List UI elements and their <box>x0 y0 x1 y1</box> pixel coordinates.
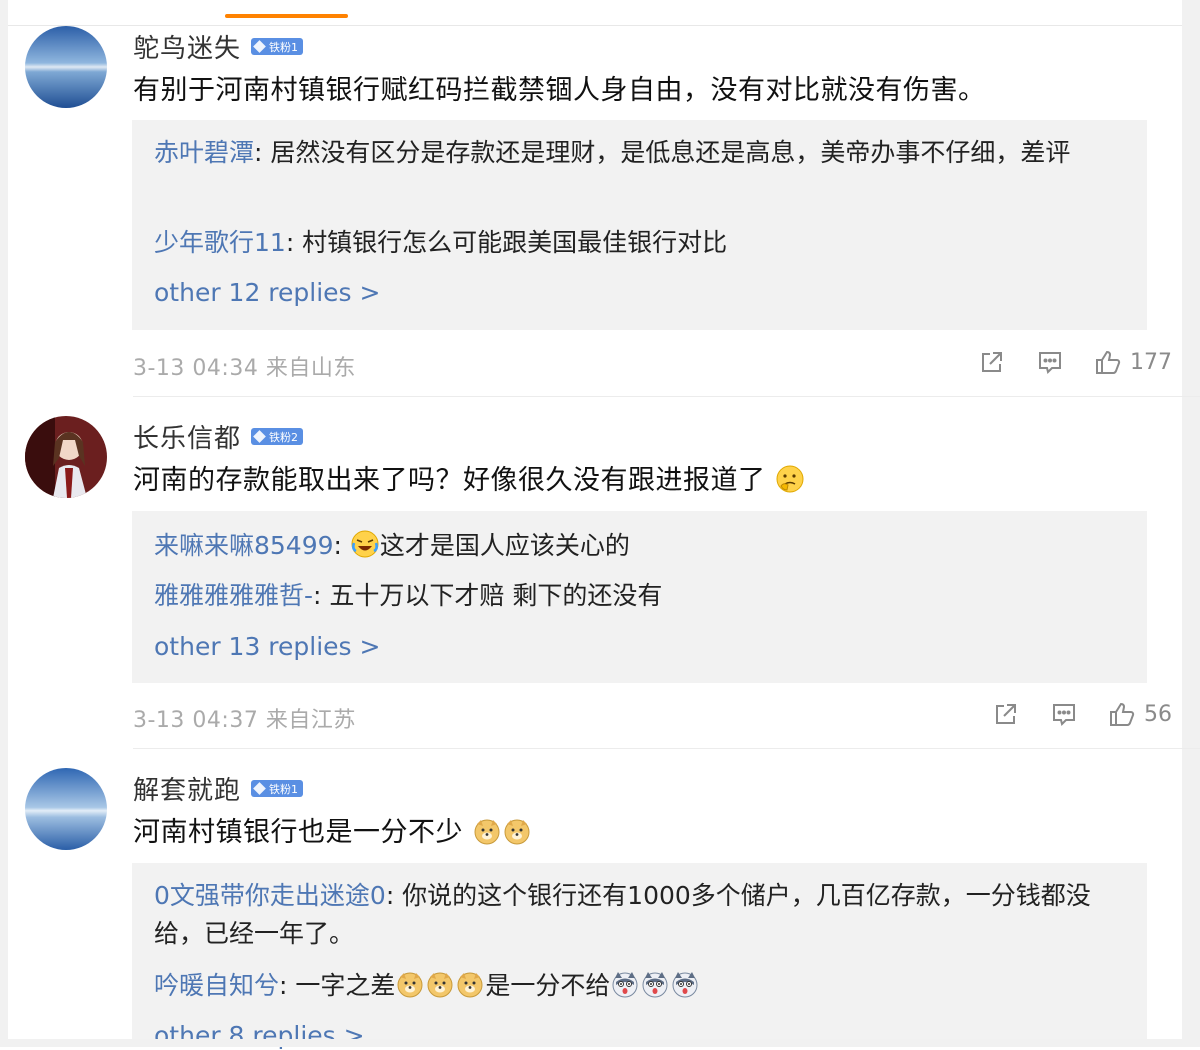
reply-author[interactable]: 吟暖自知兮 <box>154 971 279 1000</box>
avatar[interactable] <box>25 768 107 850</box>
laugh-cry-emoji-icon <box>351 530 379 558</box>
fan-badge: 铁粉1 <box>251 38 304 55</box>
comment-text: 河南的存款能取出来了吗？好像很久没有跟进报道了 <box>133 458 805 497</box>
author-row: 长乐信都 铁粉2 <box>133 418 304 455</box>
comment-divider <box>133 396 1200 397</box>
reply-item[interactable]: 少年歌行11: 村镇银行怎么可能跟美国最佳银行对比 <box>154 224 1124 262</box>
reply-item[interactable]: 吟暖自知兮: 一字之差 是一分不给 <box>154 967 1124 1005</box>
reply-author[interactable]: 赤叶碧潭 <box>154 138 254 167</box>
husky-emoji-icon <box>672 972 698 998</box>
comment-text: 河南村镇银行也是一分不少 <box>133 810 532 849</box>
reply-text: : 居然没有区分是存款还是理财，是低息还是高息，美帝办事不仔细，差评 <box>254 138 1071 167</box>
reply-text: : 村镇银行怎么可能跟美国最佳银行对比 <box>285 228 728 257</box>
doge-emoji-icon <box>457 972 483 998</box>
reply-text: : 五十万以下才赔 剩下的还没有 <box>313 581 663 610</box>
husky-emoji-icon <box>642 972 668 998</box>
reply-author[interactable]: 来嘛来嘛85499 <box>154 531 334 560</box>
author-name[interactable]: 长乐信都 <box>133 418 241 455</box>
author-row: 鸵鸟迷失 铁粉1 <box>133 28 304 65</box>
doge-emoji-icon <box>427 972 453 998</box>
comment-text: 有别于河南村镇银行赋红码拦截禁锢人身自由，没有对比就没有伤害。 <box>133 75 986 106</box>
fan-badge: 铁粉2 <box>251 428 304 445</box>
reply-text: 是一分不给 <box>485 971 611 1000</box>
reply-item[interactable]: 0文强带你走出迷途0: 你说的这个银行还有1000多个储户，几百亿存款，一分钱都… <box>154 877 1124 953</box>
diamond-icon <box>253 782 266 795</box>
reply-author[interactable]: 0文强带你走出迷途0 <box>154 881 386 910</box>
reply-item[interactable]: 来嘛来嘛85499: 这才是国人应该关心的 <box>154 527 1124 565</box>
comment-divider <box>133 748 1200 749</box>
share-icon[interactable] <box>992 700 1020 728</box>
reply-author[interactable]: 少年歌行11 <box>154 228 286 257</box>
like-count: 177 <box>1130 349 1172 375</box>
more-replies-link[interactable]: other 12 replies > <box>154 278 380 307</box>
more-replies-link[interactable]: other 13 replies > <box>154 632 380 661</box>
comment-actions: 56 <box>992 700 1172 728</box>
fan-badge: 铁粉1 <box>251 780 304 797</box>
diamond-icon <box>253 430 266 443</box>
doge-emoji-icon <box>397 972 423 998</box>
comment-actions: 177 <box>978 348 1172 376</box>
right-gutter <box>1182 0 1200 1047</box>
like-count: 56 <box>1144 701 1172 727</box>
like-button[interactable]: 177 <box>1094 348 1172 376</box>
doge-emoji-icon <box>474 819 500 845</box>
author-name[interactable]: 鸵鸟迷失 <box>133 28 241 65</box>
like-button[interactable]: 56 <box>1108 700 1172 728</box>
reply-item[interactable]: 雅雅雅雅雅哲-: 五十万以下才赔 剩下的还没有 <box>154 577 1124 615</box>
avatar[interactable] <box>25 416 107 498</box>
husky-emoji-icon <box>612 972 638 998</box>
comment-meta: 3-13 04:37 来自江苏 <box>133 708 356 733</box>
like-icon <box>1096 350 1121 374</box>
comment-icon[interactable] <box>1050 700 1078 728</box>
reply-text: 这才是国人应该关心的 <box>379 531 630 560</box>
author-row: 解套就跑 铁粉1 <box>133 770 304 807</box>
diamond-icon <box>253 40 266 53</box>
thinking-emoji-icon <box>776 465 804 493</box>
bottom-edge <box>0 1039 1200 1047</box>
comment-icon[interactable] <box>1036 348 1064 376</box>
active-tab-indicator <box>225 14 348 18</box>
reply-box[interactable]: 赤叶碧潭: 居然没有区分是存款还是理财，是低息还是高息，美帝办事不仔细，差评 少… <box>132 120 1147 330</box>
comment-meta: 3-13 04:34 来自山东 <box>133 356 356 381</box>
reply-text: : 一字之差 <box>279 971 396 1000</box>
left-gutter <box>0 0 8 1047</box>
top-divider <box>8 25 1182 26</box>
reply-box[interactable]: 来嘛来嘛85499: 这才是国人应该关心的 雅雅雅雅雅哲-: 五十万以下才赔 剩… <box>132 511 1147 683</box>
avatar[interactable] <box>25 26 107 108</box>
share-icon[interactable] <box>978 348 1006 376</box>
reply-author[interactable]: 雅雅雅雅雅哲- <box>154 581 313 610</box>
author-name[interactable]: 解套就跑 <box>133 770 241 807</box>
doge-emoji-icon <box>504 819 530 845</box>
like-icon <box>1110 702 1135 726</box>
reply-box[interactable]: 0文强带你走出迷途0: 你说的这个银行还有1000多个储户，几百亿存款，一分钱都… <box>132 863 1147 1050</box>
reply-colon: : <box>333 531 350 560</box>
reply-item[interactable]: 赤叶碧潭: 居然没有区分是存款还是理财，是低息还是高息，美帝办事不仔细，差评 <box>154 134 1124 172</box>
